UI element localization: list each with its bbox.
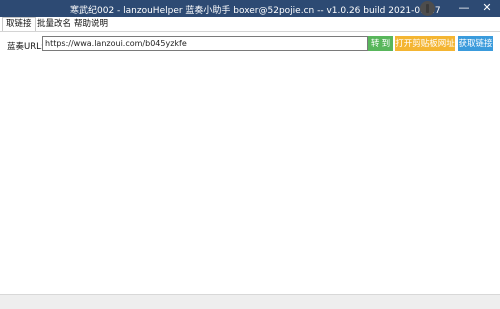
- tab-bar: 取链接 批量改名 帮助说明: [0, 17, 500, 31]
- window-title: 寒武纪002 - lanzouHelper 蓝奏小助手 boxer@52poji…: [70, 6, 441, 16]
- minimize-button[interactable]: —: [458, 2, 470, 14]
- go-button[interactable]: 转 到: [368, 36, 393, 51]
- fetch-link-button[interactable]: 获取链接: [458, 36, 493, 51]
- tab-help[interactable]: 帮助说明: [71, 18, 111, 31]
- status-bar: [0, 294, 500, 309]
- url-input[interactable]: [42, 36, 368, 51]
- tab-get-link[interactable]: 取链接: [2, 17, 36, 31]
- user-icon[interactable]: [420, 1, 435, 16]
- close-button[interactable]: ✕: [481, 2, 493, 14]
- title-bar: 寒武纪002 - lanzouHelper 蓝奏小助手 boxer@52poji…: [0, 0, 500, 17]
- tab-batch-rename[interactable]: 批量改名: [34, 18, 74, 31]
- main-panel: 蓝奏URL: 转 到 打开剪贴板网址 获取链接: [0, 32, 500, 294]
- url-label: 蓝奏URL:: [7, 42, 44, 52]
- open-clipboard-url-button[interactable]: 打开剪贴板网址: [395, 36, 455, 51]
